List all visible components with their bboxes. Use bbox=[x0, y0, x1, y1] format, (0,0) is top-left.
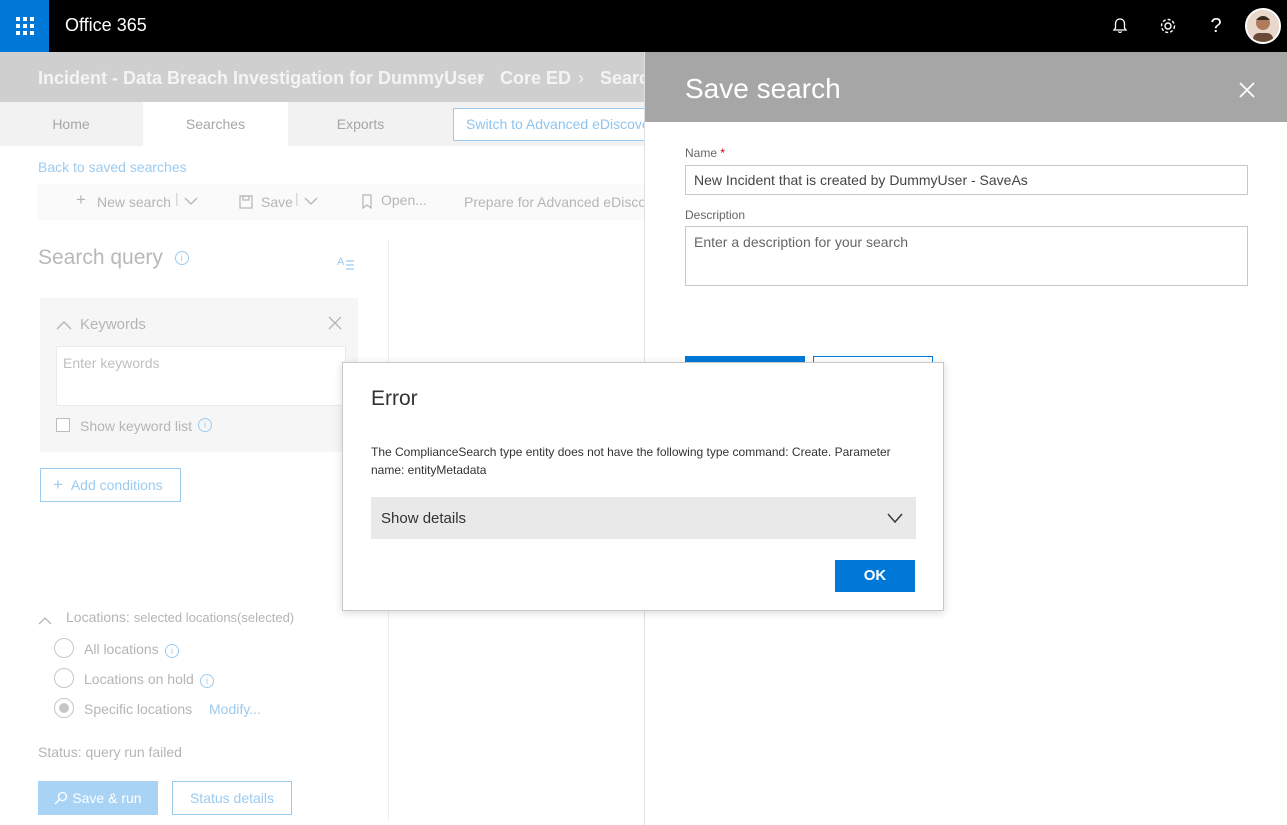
breadcrumb-item-case[interactable]: Incident - Data Breach Investigation for… bbox=[38, 68, 484, 89]
tab-home[interactable]: Home bbox=[0, 102, 142, 146]
query-language-icon[interactable]: A bbox=[336, 252, 356, 277]
switch-advanced-ediscovery-button[interactable]: Switch to Advanced eDiscove bbox=[453, 108, 653, 141]
save-button[interactable]: Save bbox=[261, 194, 293, 210]
radio-label-all-locations: All locations bbox=[84, 641, 159, 657]
back-to-saved-searches-link[interactable]: Back to saved searches bbox=[38, 159, 187, 175]
description-field-label: Description bbox=[685, 208, 746, 222]
chevron-right-icon: › bbox=[478, 68, 484, 88]
avatar[interactable] bbox=[1245, 8, 1281, 44]
radio-label-locations-on-hold: Locations on hold bbox=[84, 671, 194, 687]
show-details-toggle[interactable]: Show details bbox=[371, 497, 916, 539]
show-keyword-list-label: Show keyword list bbox=[80, 418, 193, 434]
radio-all-locations[interactable] bbox=[54, 638, 74, 658]
status-details-button[interactable]: Status details bbox=[172, 781, 292, 815]
ok-button[interactable]: OK bbox=[835, 560, 915, 592]
dialog-title: Error bbox=[371, 387, 418, 410]
open-folder-icon bbox=[361, 194, 373, 212]
show-details-label: Show details bbox=[381, 510, 467, 527]
breadcrumb-item-search[interactable]: Searc bbox=[600, 68, 649, 89]
tab-searches[interactable]: Searches bbox=[143, 102, 288, 146]
keywords-label: Keywords bbox=[80, 316, 146, 333]
info-icon[interactable]: i bbox=[165, 644, 179, 658]
radio-specific-locations[interactable] bbox=[54, 698, 74, 718]
search-query-title: Search query i bbox=[38, 246, 189, 270]
info-icon[interactable]: i bbox=[174, 251, 189, 266]
description-field[interactable]: Enter a description for your search bbox=[685, 226, 1248, 286]
close-icon[interactable] bbox=[328, 316, 342, 335]
app-launcher-button[interactable] bbox=[0, 0, 49, 52]
locations-title-prefix: Locations: bbox=[66, 609, 130, 625]
name-field[interactable]: New Incident that is created by DummyUse… bbox=[685, 165, 1248, 195]
plus-icon: + bbox=[76, 190, 86, 209]
open-button[interactable]: Open... bbox=[381, 192, 427, 208]
modify-locations-link[interactable]: Modify... bbox=[209, 701, 261, 717]
chevron-up-icon[interactable] bbox=[56, 318, 72, 336]
divider: | bbox=[295, 190, 299, 206]
save-and-run-button[interactable]: Save & run bbox=[38, 781, 158, 815]
panel-title: Save search bbox=[685, 73, 841, 104]
help-icon[interactable]: ? bbox=[1204, 14, 1228, 38]
chevron-down-icon bbox=[887, 511, 903, 524]
panel-header: Save search bbox=[645, 52, 1287, 122]
svg-text:A: A bbox=[337, 256, 345, 268]
bell-icon[interactable] bbox=[1108, 14, 1132, 38]
info-icon[interactable]: i bbox=[200, 674, 214, 688]
required-mark: * bbox=[720, 146, 726, 160]
waffle-icon bbox=[15, 17, 34, 35]
radio-label-specific-locations: Specific locations bbox=[84, 701, 193, 717]
divider: | bbox=[175, 190, 179, 206]
status-text: Status: query run failed bbox=[38, 744, 182, 760]
breadcrumb: Incident - Data Breach Investigation for… bbox=[0, 52, 649, 102]
add-conditions-label: Add conditions bbox=[70, 477, 163, 493]
chevron-right-icon: › bbox=[578, 68, 584, 88]
radio-locations-on-hold[interactable] bbox=[54, 668, 74, 688]
locations-title-suffix: selected locations(selected) bbox=[133, 610, 295, 625]
name-label-text: Name bbox=[685, 146, 718, 160]
show-keyword-list-checkbox[interactable] bbox=[56, 418, 70, 432]
locations-title: Locations: selected locations(selected) bbox=[66, 609, 294, 625]
search-icon bbox=[54, 790, 72, 806]
error-message: The ComplianceSearch type entity does no… bbox=[371, 445, 891, 477]
search-query-heading: Search query bbox=[38, 246, 163, 269]
keywords-card: Keywords Enter keywords Show keyword lis… bbox=[40, 298, 358, 452]
chevron-down-icon[interactable] bbox=[184, 193, 198, 209]
tab-exports[interactable]: Exports bbox=[288, 102, 433, 146]
app-title[interactable]: Office 365 bbox=[65, 15, 147, 36]
breadcrumb-item-core-ed[interactable]: Core ED bbox=[500, 68, 571, 89]
prepare-advanced-ediscovery-button[interactable]: Prepare for Advanced eDisco bbox=[464, 194, 646, 210]
chevron-up-icon[interactable] bbox=[38, 612, 52, 630]
add-conditions-button[interactable]: + Add conditions bbox=[40, 468, 181, 502]
error-dialog: Error The ComplianceSearch type entity d… bbox=[342, 362, 944, 611]
new-search-button[interactable]: New search bbox=[97, 194, 171, 210]
plus-icon: + bbox=[53, 475, 63, 494]
close-icon[interactable] bbox=[1237, 80, 1257, 100]
keywords-input[interactable]: Enter keywords bbox=[56, 346, 346, 406]
save-and-run-label: Save & run bbox=[72, 790, 142, 806]
info-icon[interactable]: i bbox=[198, 418, 212, 432]
gear-icon[interactable] bbox=[1156, 14, 1180, 38]
chevron-down-icon[interactable] bbox=[304, 193, 318, 209]
command-bar: + New search | Save | Open... Prepare fo… bbox=[38, 184, 646, 220]
name-field-label: Name * bbox=[685, 146, 725, 160]
suite-header: Office 365 ? bbox=[0, 0, 1287, 52]
save-icon bbox=[239, 195, 253, 212]
